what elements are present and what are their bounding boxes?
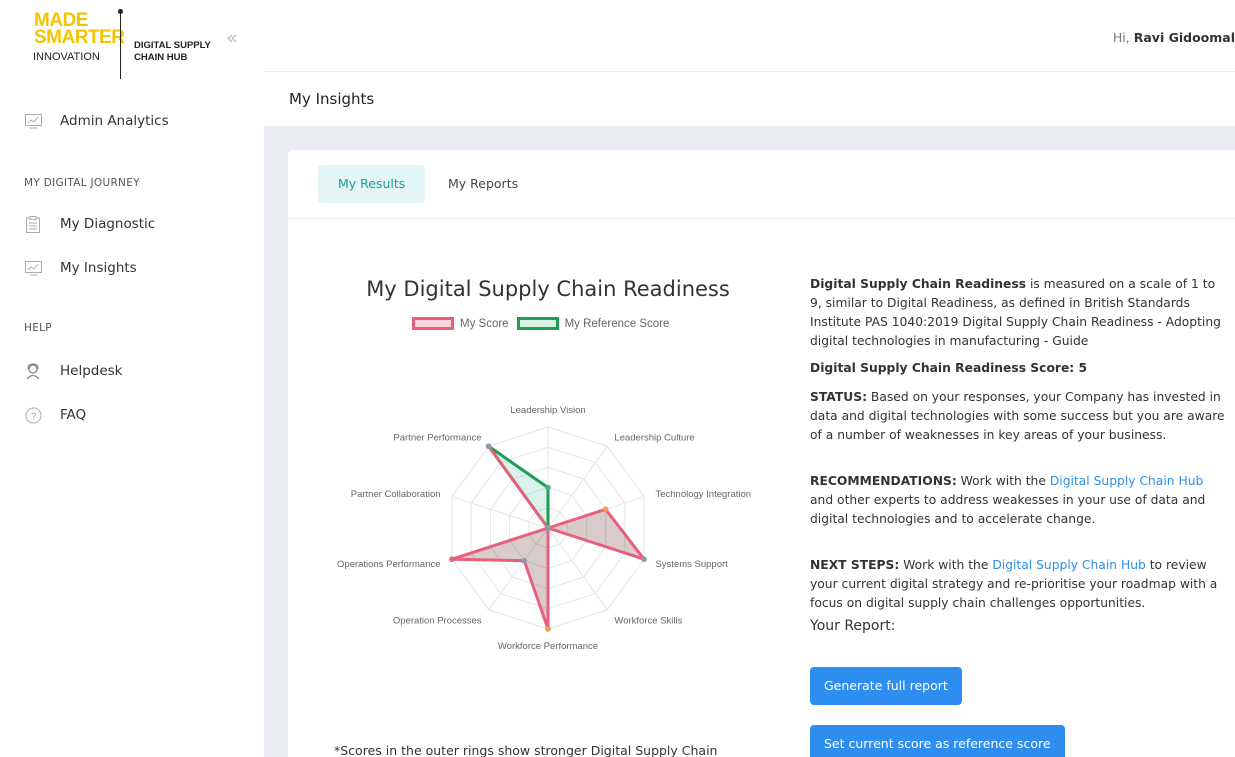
sidebar-item-label: FAQ: [60, 407, 87, 423]
clipboard-icon: [24, 215, 42, 233]
data-point: [485, 443, 492, 450]
hub-wordmark: DIGITAL SUPPLY CHAIN HUB: [134, 40, 211, 63]
axis-label: Operations Performance: [337, 559, 441, 570]
generate-report-button[interactable]: Generate full report: [810, 667, 962, 705]
sidebar-item-label: Admin Analytics: [60, 113, 169, 129]
user-greeting[interactable]: Hi, Ravi Gidoomal: [1113, 30, 1235, 45]
legend-label-my-score: My Score: [460, 317, 509, 330]
collapse-sidebar-icon[interactable]: «: [226, 28, 248, 50]
user-name: Ravi Gidoomal: [1133, 30, 1235, 45]
axis-label: Workforce Skills: [614, 615, 682, 626]
readiness-info: Digital Supply Chain Readiness is measur…: [810, 275, 1230, 644]
axis-label: Operation Processes: [393, 615, 482, 626]
sidebar-item-helpdesk[interactable]: Helpdesk: [24, 359, 123, 383]
chart-title: My Digital Supply Chain Readiness: [366, 277, 730, 301]
page-title: My Insights: [289, 90, 375, 108]
sidebar-item-admin-analytics[interactable]: Admin Analytics: [24, 109, 169, 133]
page-header: My Insights: [264, 72, 1235, 126]
sidebar-item-my-insights[interactable]: My Insights: [24, 256, 137, 280]
data-point: [545, 626, 551, 632]
legend-label-reference-score: My Reference Score: [564, 317, 670, 330]
readiness-score: Digital Supply Chain Readiness Score: 5: [810, 361, 1088, 375]
tab-my-reports[interactable]: My Reports: [428, 165, 538, 203]
sidebar-item-label: My Insights: [60, 260, 137, 276]
made-smarter-wordmark: MADE SMARTER: [34, 10, 125, 48]
question-circle-icon: ?: [24, 406, 42, 424]
section-my-digital-journey: MY DIGITAL JOURNEY: [24, 177, 140, 189]
sidebar-item-faq[interactable]: ? FAQ: [24, 403, 86, 427]
data-point: [641, 556, 647, 563]
data-point: [545, 484, 551, 491]
chart-monitor-icon: [24, 259, 42, 277]
recommendations-paragraph: RECOMMENDATIONS: Work with the Digital S…: [810, 474, 1206, 526]
radar-chart: Leadership Vision Leadership Culture Techn…: [337, 405, 751, 652]
sidebar-item-my-diagnostic[interactable]: My Diagnostic: [24, 212, 155, 236]
headset-icon: [24, 362, 42, 380]
intro-paragraph: Digital Supply Chain Readiness is measur…: [810, 277, 1221, 348]
chart-monitor-icon: [24, 112, 42, 130]
data-point: [545, 525, 551, 531]
data-point: [521, 557, 528, 564]
hub-link[interactable]: Digital Supply Chain Hub: [992, 558, 1145, 572]
set-reference-score-button[interactable]: Set current score as reference score: [810, 725, 1065, 757]
next-steps-paragraph: NEXT STEPS: Work with the Digital Supply…: [810, 558, 1218, 610]
logo-innovation-text: INNOVATION: [33, 51, 100, 63]
chart-legend: My Score My Reference Score: [412, 317, 677, 330]
logo[interactable]: MADE SMARTER INNOVATION DIGITAL SUPPLY C…: [0, 0, 264, 90]
axis-label: Partner Collaboration: [351, 489, 441, 500]
axis-label: Partner Performance: [393, 433, 481, 444]
sidebar-item-label: Helpdesk: [60, 363, 123, 379]
svg-text:?: ?: [30, 411, 36, 422]
hub-link[interactable]: Digital Supply Chain Hub: [1050, 474, 1203, 488]
tab-my-results[interactable]: My Results: [318, 165, 426, 203]
axis-label: Leadership Vision: [510, 405, 585, 416]
axis-label: Systems Support: [655, 559, 728, 570]
legend-swatch-my-score[interactable]: [412, 317, 454, 330]
axis-label: Leadership Culture: [614, 433, 694, 444]
top-bar: Hi, Ravi Gidoomal: [264, 0, 1235, 72]
axis-label: Technology Integration: [655, 489, 751, 500]
chart-footnote: *Scores in the outer rings show stronger…: [334, 743, 718, 757]
section-help: HELP: [24, 322, 52, 334]
axis-label: Workforce Performance: [498, 641, 598, 652]
tab-bar: My Results My Reports: [288, 150, 1235, 219]
data-point: [602, 506, 609, 513]
data-point: [449, 556, 455, 563]
status-paragraph: STATUS: Based on your responses, your Co…: [810, 390, 1225, 442]
sidebar-item-label: My Diagnostic: [60, 216, 156, 232]
results-card: My Results My Reports My Digital Supply …: [288, 150, 1235, 757]
your-report-heading: Your Report:: [810, 618, 896, 634]
sidebar: MADE SMARTER INNOVATION DIGITAL SUPPLY C…: [0, 0, 264, 757]
legend-swatch-reference-score[interactable]: [516, 317, 559, 330]
logo-divider: [120, 12, 121, 79]
